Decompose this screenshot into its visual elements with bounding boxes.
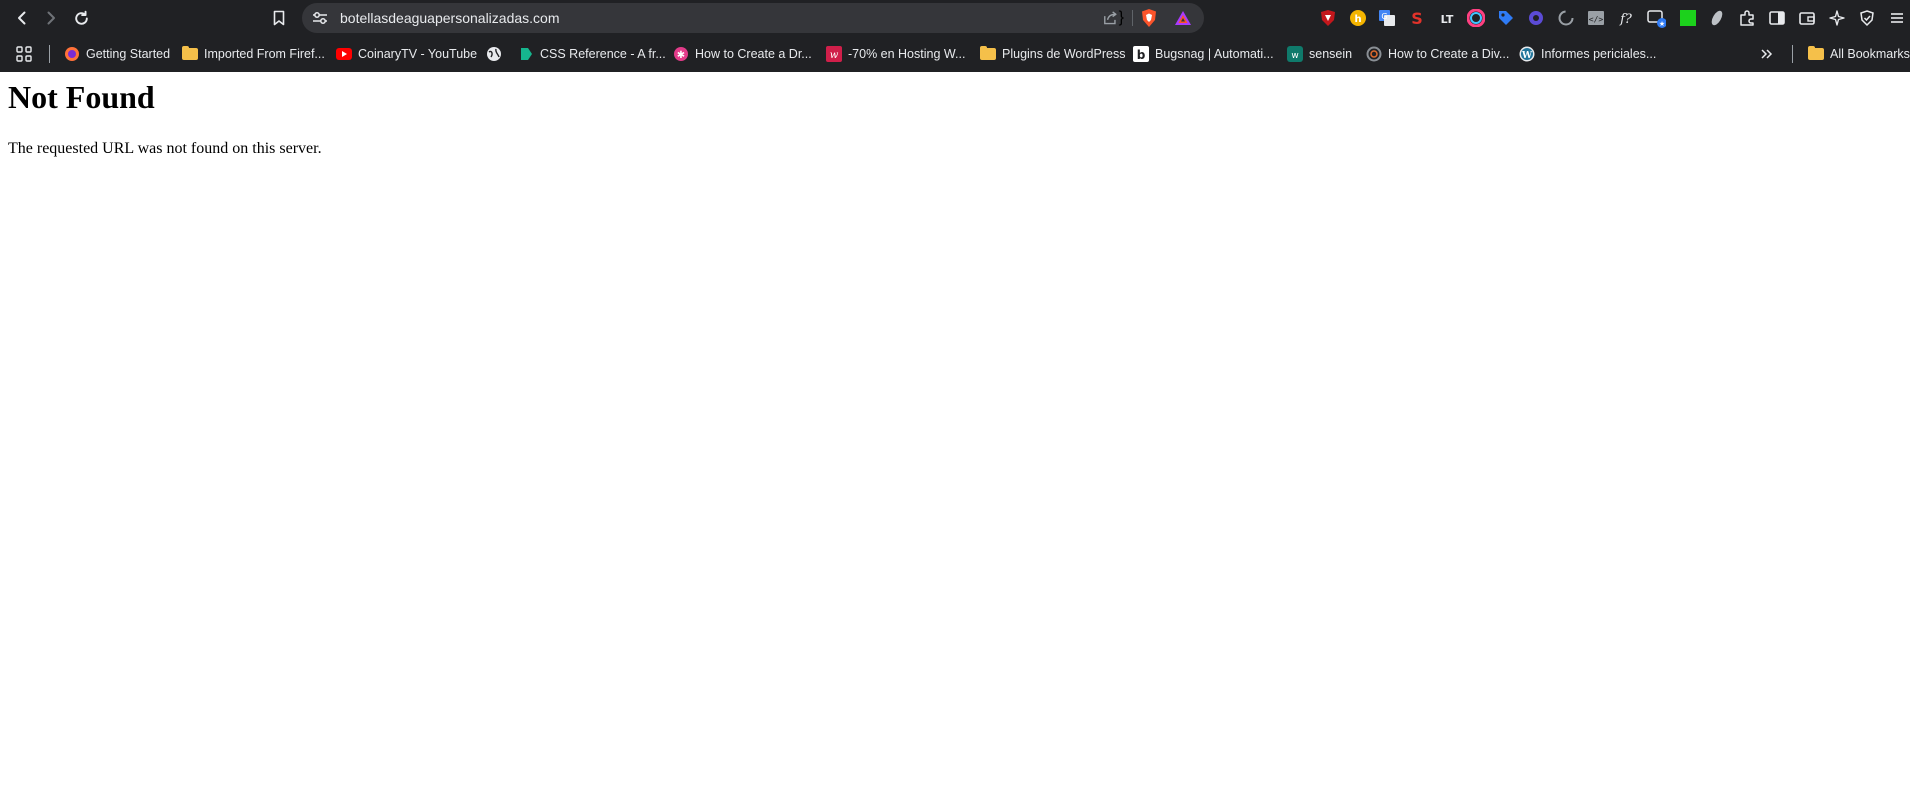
bookmark-coinarytv-youtube[interactable]: CoinaryTV - YouTube bbox=[336, 43, 477, 65]
bookmark-label: CSS Reference - A fr... bbox=[540, 47, 666, 61]
google-translate-icon[interactable]: G bbox=[1377, 8, 1397, 28]
omnibox-divider bbox=[1132, 10, 1133, 26]
svg-text:b: b bbox=[1137, 48, 1146, 62]
gear-color-icon[interactable] bbox=[1526, 8, 1546, 28]
divi-icon bbox=[1366, 46, 1382, 62]
svg-text:LT: LT bbox=[1441, 13, 1454, 26]
svg-text:w: w bbox=[1291, 51, 1298, 61]
svg-text:</>: </> bbox=[1589, 15, 1604, 24]
bookmark-label: -70% en Hosting W... bbox=[848, 47, 966, 61]
svg-text:G: G bbox=[1381, 12, 1387, 21]
folder-icon bbox=[1808, 46, 1824, 62]
bookmark-label: Imported From Firef... bbox=[204, 47, 325, 61]
bookmark-sensein[interactable]: w sensein bbox=[1287, 43, 1352, 65]
youtube-icon bbox=[336, 46, 352, 62]
wallet-icon[interactable] bbox=[1797, 8, 1817, 28]
bookmark-label: CoinaryTV - YouTube bbox=[358, 47, 478, 61]
vpn-shield-icon[interactable] bbox=[1857, 8, 1877, 28]
languagetool-icon[interactable]: LT bbox=[1437, 8, 1457, 28]
folder-icon bbox=[980, 46, 996, 62]
svg-text:S: S bbox=[1411, 9, 1423, 27]
svg-text:h: h bbox=[1354, 14, 1361, 25]
bookmark-label: Informes periciales... bbox=[1541, 47, 1657, 61]
bookmark-imported-from-firefox[interactable]: Imported From Firef... bbox=[182, 43, 325, 65]
bookmark-css-reference[interactable]: CSS Reference - A fr... bbox=[518, 43, 666, 65]
brave-shields-icon[interactable] bbox=[1138, 7, 1160, 29]
page-heading: Not Found bbox=[8, 79, 155, 115]
error-message: The requested URL was not found on this … bbox=[8, 140, 322, 157]
brave-rewards-icon[interactable] bbox=[1172, 7, 1194, 29]
bookmark-label: Plugins de WordPress bbox=[1002, 47, 1126, 61]
tag-icon[interactable] bbox=[1496, 8, 1516, 28]
leo-ai-icon[interactable] bbox=[1827, 8, 1847, 28]
bookmark-icon[interactable] bbox=[265, 5, 293, 31]
bookmark-label: Bugsnag | Automati... bbox=[1155, 47, 1274, 61]
colorzilla-icon[interactable] bbox=[1466, 8, 1486, 28]
font-finder-icon[interactable]: f? bbox=[1616, 8, 1636, 28]
bookmark-label: sensein bbox=[1309, 47, 1353, 61]
back-arrow-icon[interactable] bbox=[8, 5, 36, 31]
firefox-icon bbox=[64, 46, 80, 62]
all-bookmarks-folder[interactable]: All Bookmarks bbox=[1808, 43, 1910, 65]
sidebar-icon[interactable] bbox=[1767, 8, 1787, 28]
apps-grid-icon[interactable] bbox=[15, 43, 33, 65]
reload-icon[interactable] bbox=[67, 5, 95, 31]
bookmark-globe[interactable] bbox=[486, 43, 502, 65]
bookmark-hosting-webempresa[interactable]: w -70% en Hosting W... bbox=[826, 43, 965, 65]
folder-icon bbox=[182, 46, 198, 62]
green-square-icon[interactable] bbox=[1678, 8, 1698, 28]
spinner-icon[interactable] bbox=[1556, 8, 1576, 28]
all-bookmarks-label: All Bookmarks bbox=[1830, 47, 1910, 61]
speedtest-icon[interactable]: S bbox=[1407, 8, 1427, 28]
share-icon[interactable]: } bbox=[1102, 7, 1124, 29]
bookmarks-bar: Getting Started Imported From Firef... C… bbox=[0, 36, 1910, 72]
address-bar[interactable]: botellasdeaguapersonalizadas.com } bbox=[302, 3, 1204, 33]
bookmarks-divider bbox=[1792, 45, 1793, 63]
page-content: Not Found The requested URL was not foun… bbox=[0, 72, 1910, 807]
url-text[interactable]: botellasdeaguapersonalizadas.com bbox=[340, 3, 559, 33]
svg-text:✱: ✱ bbox=[677, 50, 685, 61]
bugsnag-icon: b bbox=[1133, 46, 1149, 62]
webempresa-icon: w bbox=[826, 46, 842, 62]
bookmark-label: Getting Started bbox=[86, 47, 171, 61]
sensein-icon: w bbox=[1287, 46, 1303, 62]
svg-text:f?: f? bbox=[1619, 12, 1633, 27]
codrops-icon bbox=[518, 46, 534, 62]
bookmark-how-to-create-dr[interactable]: ✱ How to Create a Dr... bbox=[673, 43, 812, 65]
bookmark-how-to-create-div[interactable]: How to Create a Div... bbox=[1366, 43, 1509, 65]
bookmark-bugsnag[interactable]: b Bugsnag | Automati... bbox=[1133, 43, 1274, 65]
ublock-shield-icon[interactable] bbox=[1318, 8, 1338, 28]
site-settings-icon[interactable] bbox=[310, 9, 330, 27]
forward-arrow-icon[interactable] bbox=[37, 5, 65, 31]
browser-chrome: botellasdeaguapersonalizadas.com } h G S bbox=[0, 0, 1910, 72]
menu-icon[interactable] bbox=[1887, 8, 1907, 28]
svg-text:w: w bbox=[830, 50, 839, 61]
svg-text:W: W bbox=[1521, 51, 1533, 61]
extensions-puzzle-icon[interactable] bbox=[1737, 8, 1757, 28]
bookmark-informes-periciales[interactable]: W Informes periciales... bbox=[1519, 43, 1656, 65]
bookmark-label: How to Create a Div... bbox=[1388, 47, 1510, 61]
tab-manager-icon[interactable]: ★ bbox=[1646, 8, 1666, 28]
toolbar: botellasdeaguapersonalizadas.com } h G S bbox=[0, 0, 1910, 36]
bookmark-label: How to Create a Dr... bbox=[695, 47, 812, 61]
code-viewer-icon[interactable]: </> bbox=[1586, 8, 1606, 28]
wordpress-icon: W bbox=[1519, 46, 1535, 62]
flower-icon: ✱ bbox=[673, 46, 689, 62]
more-bookmarks-chevron-icon[interactable] bbox=[1760, 43, 1774, 65]
svg-text:★: ★ bbox=[1659, 20, 1665, 28]
bookmarks-divider bbox=[49, 45, 50, 63]
bookmark-plugins-wordpress[interactable]: Plugins de WordPress bbox=[980, 43, 1125, 65]
bookmark-getting-started[interactable]: Getting Started bbox=[64, 43, 170, 65]
globe-icon bbox=[486, 46, 502, 62]
feather-icon[interactable] bbox=[1707, 8, 1727, 28]
honey-icon[interactable]: h bbox=[1348, 8, 1368, 28]
